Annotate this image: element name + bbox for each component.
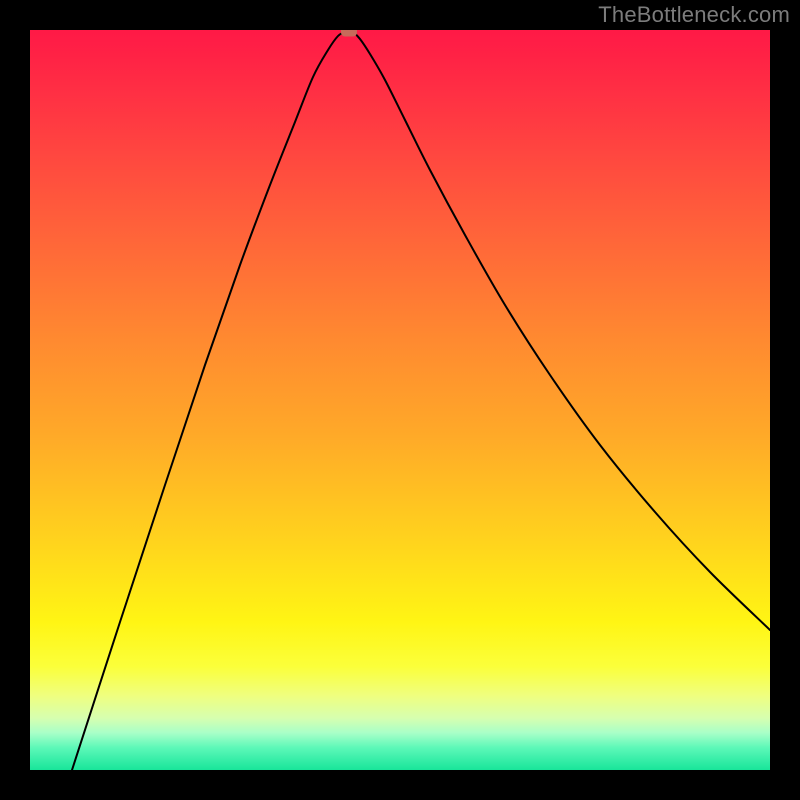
minimum-marker — [341, 30, 357, 37]
chart-background-gradient — [30, 30, 770, 770]
chart-frame — [30, 30, 770, 770]
watermark-text: TheBottleneck.com — [598, 2, 790, 28]
